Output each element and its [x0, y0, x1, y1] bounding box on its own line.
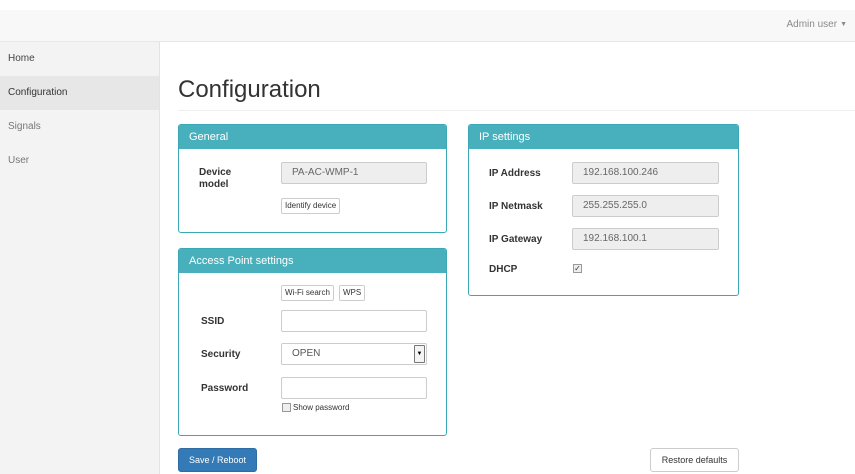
show-password-label: Show password: [293, 403, 350, 412]
ip-settings-panel: IP settings IP Address 192.168.100.246 I…: [468, 124, 739, 296]
sidebar-item-configuration[interactable]: Configuration: [0, 76, 159, 110]
ssid-input[interactable]: [281, 310, 427, 332]
general-panel-heading: General: [179, 125, 446, 149]
caret-down-icon: ▼: [840, 21, 847, 28]
ip-gateway-field[interactable]: 192.168.100.1: [572, 228, 719, 250]
dhcp-checkbox[interactable]: ✓: [573, 264, 582, 273]
ip-netmask-label: IP Netmask: [489, 201, 543, 212]
password-input[interactable]: [281, 377, 427, 399]
restore-defaults-button[interactable]: Restore defaults: [650, 448, 739, 472]
identify-device-button[interactable]: Identify device: [281, 198, 341, 214]
ssid-label: SSID: [201, 316, 225, 327]
user-menu-dropdown[interactable]: Admin user ▼: [786, 19, 847, 30]
ip-netmask-field[interactable]: 255.255.255.0: [572, 195, 719, 217]
device-model-field: PA-AC-WMP-1: [281, 162, 427, 184]
access-point-panel-heading: Access Point settings: [179, 249, 446, 273]
ip-settings-panel-heading: IP settings: [469, 125, 738, 149]
security-select-value: OPEN: [292, 348, 321, 359]
password-label: Password: [201, 383, 249, 394]
sidebar: Home Configuration Signals User: [0, 42, 160, 474]
wifi-search-button[interactable]: Wi-Fi search: [281, 285, 334, 301]
device-model-label: Device model: [199, 167, 232, 190]
title-divider: [178, 110, 855, 111]
wps-button[interactable]: WPS: [339, 285, 366, 301]
save-reboot-button[interactable]: Save / Reboot: [178, 448, 257, 472]
dhcp-label: DHCP: [489, 264, 518, 275]
ip-address-label: IP Address: [489, 168, 541, 179]
general-panel: General Device model PA-AC-WMP-1 Identif…: [178, 124, 447, 233]
security-label: Security: [201, 349, 241, 360]
top-navbar: Admin user ▼: [0, 10, 855, 42]
page-title: Configuration: [178, 76, 321, 103]
ip-address-field[interactable]: 192.168.100.246: [572, 162, 719, 184]
sidebar-item-home[interactable]: Home: [0, 42, 159, 76]
user-menu-label: Admin user: [786, 19, 838, 30]
access-point-panel: Access Point settings Wi-Fi search WPS S…: [178, 248, 447, 436]
sidebar-item-signals[interactable]: Signals: [0, 110, 159, 144]
show-password-checkbox[interactable]: [282, 403, 291, 412]
security-select[interactable]: OPEN ▼: [281, 343, 427, 365]
sidebar-item-user[interactable]: User: [0, 144, 159, 178]
ip-gateway-label: IP Gateway: [489, 234, 543, 245]
chevron-down-icon: ▼: [414, 345, 425, 363]
